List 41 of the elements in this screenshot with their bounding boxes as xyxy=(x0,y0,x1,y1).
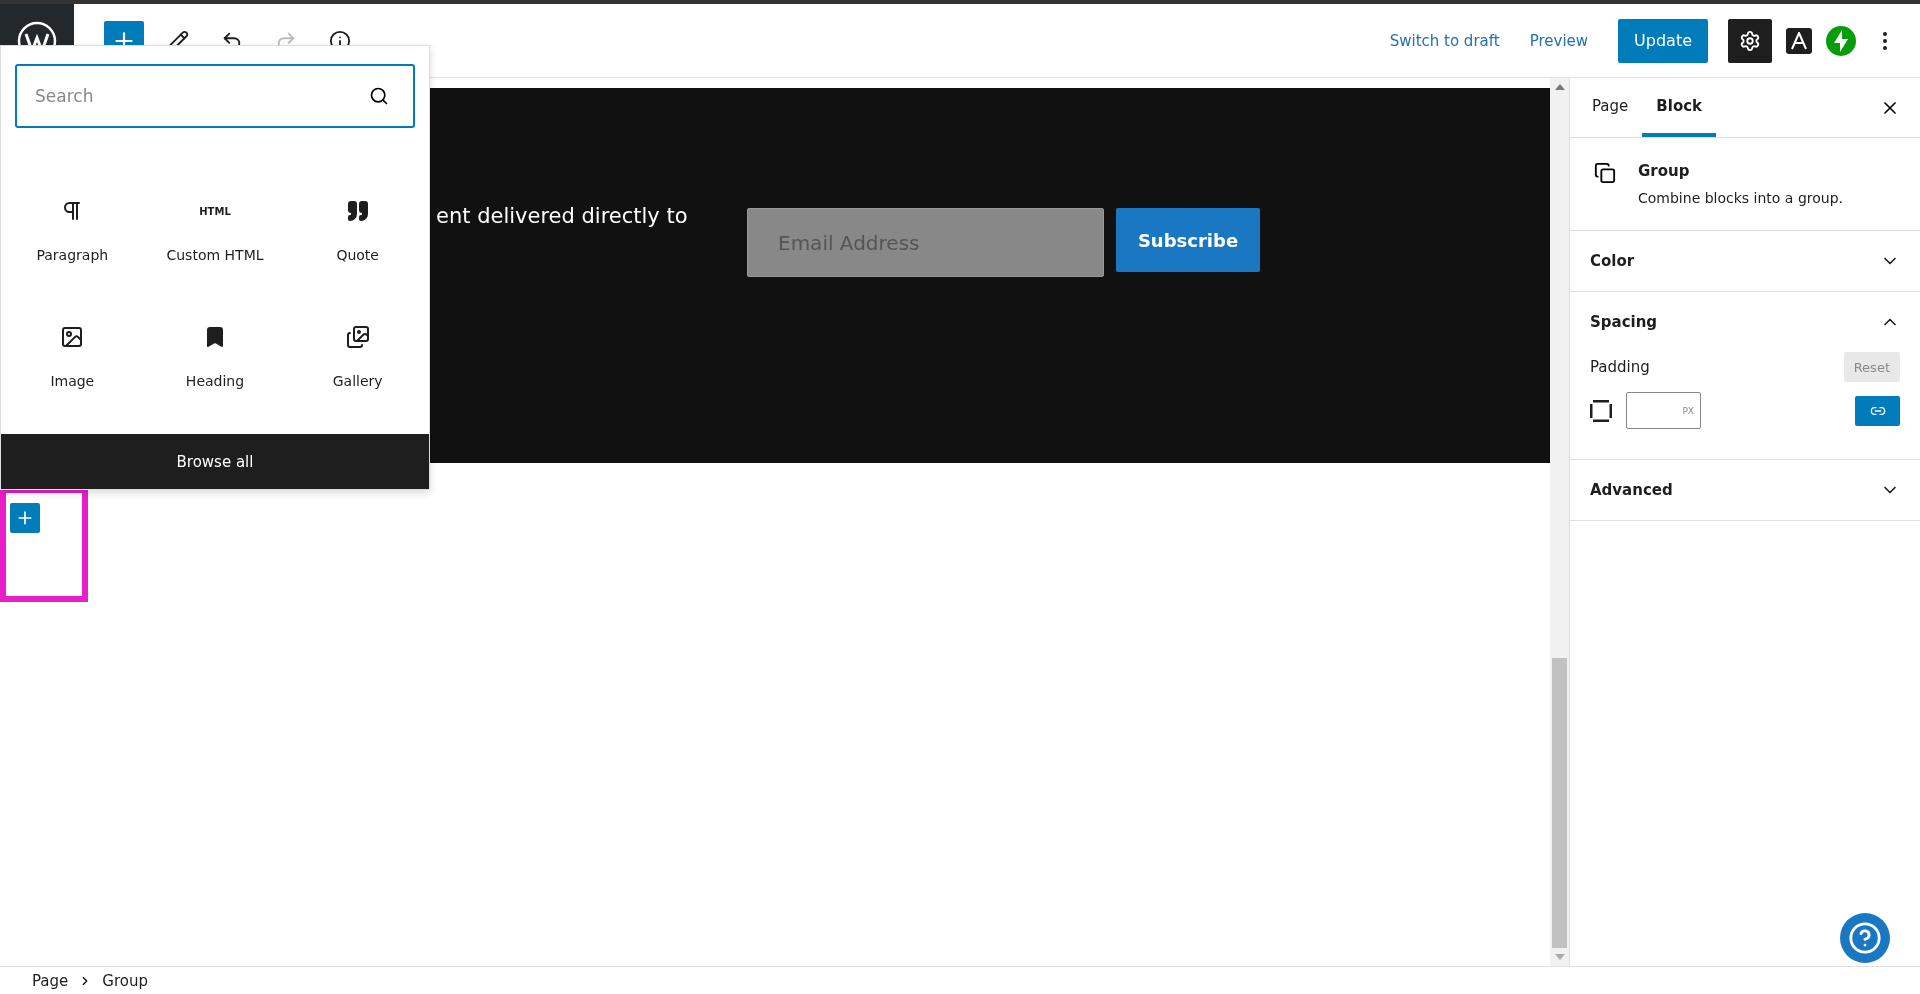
breadcrumb-link[interactable]: Group xyxy=(102,971,148,990)
panel-toggle[interactable]: Spacing xyxy=(1590,292,1900,352)
browse-all-button[interactable]: Browse all xyxy=(1,434,429,489)
block-item[interactable]: Image xyxy=(1,324,144,390)
gallery-icon xyxy=(345,325,370,349)
link-sides-button[interactable] xyxy=(1855,395,1900,426)
letter-a-icon[interactable] xyxy=(1786,27,1812,54)
update-button[interactable]: Update xyxy=(1618,18,1708,63)
panel-toggle[interactable]: Color xyxy=(1590,231,1900,291)
panel-toggle[interactable]: Advanced xyxy=(1590,460,1900,520)
sidebar-tab[interactable]: Page xyxy=(1578,78,1643,137)
html-glyph: HTML xyxy=(199,204,231,219)
image-icon xyxy=(60,325,85,349)
header-link[interactable]: Preview xyxy=(1529,31,1605,50)
search-icon xyxy=(369,86,389,106)
lightning-icon[interactable] xyxy=(1826,25,1856,56)
help-button[interactable] xyxy=(1840,913,1890,963)
group-icon xyxy=(1594,162,1616,184)
box-sides-icon[interactable] xyxy=(1590,399,1612,422)
block-title: Group xyxy=(1638,162,1691,180)
add-block-button[interactable] xyxy=(10,503,40,533)
settings-button[interactable] xyxy=(1728,18,1772,63)
quote-icon xyxy=(345,199,370,223)
search-field[interactable]: Search xyxy=(15,64,415,128)
padding-label: Padding xyxy=(1590,358,1650,376)
sidebar-tab[interactable]: Block xyxy=(1642,78,1717,137)
block-item[interactable]: Gallery xyxy=(286,324,429,390)
help-icon xyxy=(1848,921,1882,955)
breadcrumb-link[interactable]: Page xyxy=(32,971,69,990)
block-item[interactable]: Paragraph xyxy=(1,198,144,264)
scrollbar[interactable] xyxy=(1550,78,1569,966)
block-description: Combine blocks into a group. xyxy=(1638,190,1843,206)
more-vertical-icon xyxy=(1883,31,1887,50)
header-link[interactable]: Switch to draft xyxy=(1389,31,1516,50)
newsletter-text: ent delivered directly to xyxy=(436,204,689,228)
padding-input[interactable]: PX xyxy=(1626,392,1701,429)
block-item[interactable]: Quote xyxy=(286,198,429,264)
settings-icon xyxy=(1739,29,1761,52)
subscribe-button[interactable]: Subscribe xyxy=(1116,208,1260,272)
block-item[interactable]: HTML Custom HTML xyxy=(143,198,287,264)
block-item[interactable]: Heading xyxy=(143,324,287,390)
